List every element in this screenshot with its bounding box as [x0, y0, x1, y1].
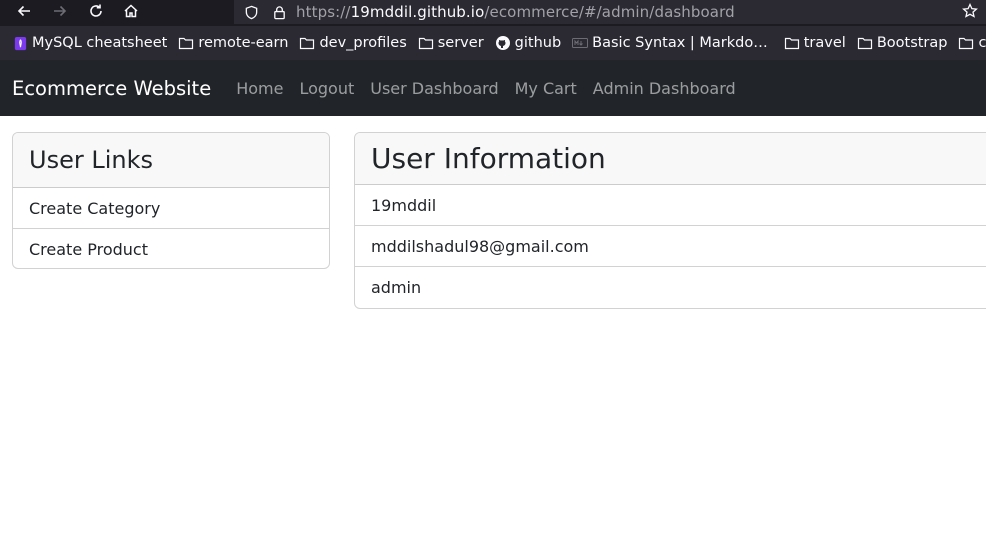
folder-icon: [418, 35, 434, 51]
create-category-link[interactable]: Create Category: [13, 188, 329, 229]
lock-icon[interactable]: [270, 3, 288, 21]
markdown-icon: [572, 35, 589, 51]
folder-icon: [784, 35, 800, 51]
folder-icon: [178, 35, 194, 51]
bookmark-server[interactable]: server: [418, 26, 484, 60]
bookmark-bootstrap[interactable]: Bootstrap: [857, 26, 947, 60]
bookmark-star-icon[interactable]: [960, 1, 980, 21]
create-product-link[interactable]: Create Product: [13, 229, 329, 268]
nav-link-admin-dashboard[interactable]: Admin Dashboard: [593, 79, 736, 98]
folder-icon: [857, 35, 873, 51]
forward-icon[interactable]: [48, 0, 72, 22]
user-info-title: User Information: [371, 142, 606, 175]
nav-link-logout[interactable]: Logout: [299, 79, 354, 98]
user-links-header: User Links: [13, 133, 329, 188]
bookmark-github[interactable]: github: [495, 26, 561, 60]
bookmark-remote-earn[interactable]: remote-earn: [178, 26, 288, 60]
user-role-item: admin: [371, 278, 422, 297]
bookmark-basic-syntax[interactable]: Basic Syntax | Markdo…: [572, 26, 768, 60]
browser-toolbar: https://19mddil.github.io/ecommerce/#/ad…: [0, 0, 986, 26]
github-icon: [495, 35, 511, 51]
url-text: https://19mddil.github.io/ecommerce/#/ad…: [296, 3, 735, 21]
bookmark-travel[interactable]: travel: [784, 26, 846, 60]
user-email-item: mddilshadul98@gmail.com: [355, 226, 986, 267]
user-info-header: User Information: [355, 133, 986, 185]
brand-link[interactable]: Ecommerce Website: [12, 77, 211, 100]
user-links-card: User Links Create Category Create Produc…: [12, 132, 330, 269]
bookmark-dev-profiles[interactable]: dev_profiles: [299, 26, 407, 60]
bookmark-contest[interactable]: contest: [958, 26, 986, 60]
nav-link-home[interactable]: Home: [236, 79, 283, 98]
nav-link-user-dashboard[interactable]: User Dashboard: [370, 79, 498, 98]
folder-icon: [299, 35, 315, 51]
mysql-bookmark-icon: [12, 35, 28, 51]
bookmark-mysql-cheatsheet[interactable]: MySQL cheatsheet: [12, 26, 167, 60]
nav-link-my-cart[interactable]: My Cart: [515, 79, 577, 98]
user-links-title: User Links: [29, 146, 153, 174]
user-info-card: User Information 19mddil mddilshadul98@g…: [354, 132, 986, 309]
back-icon[interactable]: [12, 0, 36, 22]
bookmarks-bar: MySQL cheatsheet remote-earn dev_profile…: [0, 26, 986, 60]
user-name-item: 19mddil: [355, 185, 986, 226]
address-bar[interactable]: https://19mddil.github.io/ecommerce/#/ad…: [234, 0, 986, 24]
shield-icon[interactable]: [242, 3, 260, 21]
site-navbar: Ecommerce Website Home Logout User Dashb…: [0, 60, 986, 116]
home-icon[interactable]: [119, 0, 143, 22]
reload-icon[interactable]: [84, 0, 108, 22]
folder-icon: [958, 35, 974, 51]
